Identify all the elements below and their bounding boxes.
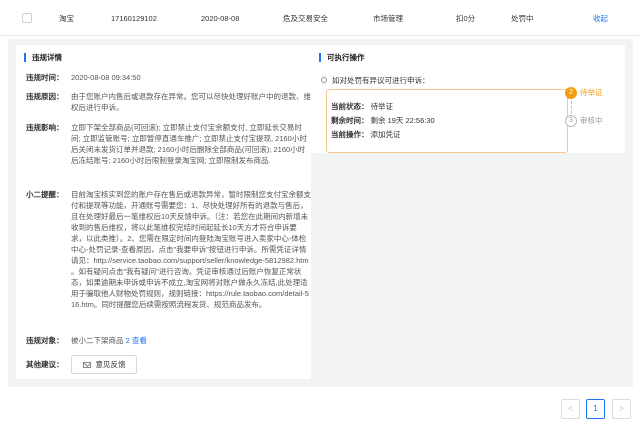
operation-label: 当前操作： <box>331 130 369 139</box>
add-evidence-link[interactable]: 添加凭证 <box>371 130 401 139</box>
category-cell: 危及交易安全 <box>283 14 328 23</box>
score-cell: 扣0分 <box>456 14 476 23</box>
status-cell: 处罚中 <box>511 14 534 23</box>
violation-target-value: 被小二下架商品 <box>71 336 124 345</box>
violation-impact-label: 违规影响： <box>26 123 64 132</box>
violation-time-value: 2020-08-08 09:34:50 <box>71 73 141 82</box>
step-number-3: 3 <box>565 115 577 127</box>
feedback-button-label: 意见反馈 <box>95 360 126 369</box>
remain-line: 剩余时间： 剩余 19天 22:56:30 <box>331 116 435 126</box>
appeal-question-text: 如对处罚有异议可进行申诉： <box>332 76 430 85</box>
table-row: 淘宝 17160129102 2020-08-08 危及交易安全 市场管理 扣0… <box>0 0 641 36</box>
step-number-2: 2 <box>565 87 577 99</box>
violation-impact-value: 立即下架全部商品(可回滚); 立即禁止支付宝余额支付, 立即延长交易时间; 立即… <box>71 123 307 165</box>
row-checkbox[interactable] <box>22 13 32 23</box>
current-step-box: 当前状态： 待举证 剩余时间： 剩余 19天 22:56:30 当前操作： 添加凭证 <box>326 89 568 153</box>
step-label-pending-evidence: 待举证 <box>580 88 603 97</box>
order-id-cell: 17160129102 <box>111 14 157 23</box>
status-label: 当前状态： <box>331 102 369 111</box>
actions-title: 可执行操作 <box>319 53 365 62</box>
mail-icon <box>82 362 91 368</box>
collapse-link[interactable]: 收起 <box>593 14 608 24</box>
other-advice-label: 其他建议： <box>26 360 64 369</box>
actions-panel: 可执行操作 如对处罚有异议可进行申诉： 当前状态： 待举证 剩余时间： 剩余 19天… <box>311 45 625 153</box>
date-cell: 2020-08-08 <box>201 14 240 23</box>
view-items-link[interactable]: 2 查看 <box>126 336 147 345</box>
violation-time-label: 违规时间： <box>26 73 64 82</box>
step-label-reviewing: 审核中 <box>580 116 603 125</box>
status-value: 待举证 <box>370 102 394 111</box>
violation-reason-value: 由于您账户内售后或退款存在异常。您可以尽快处理好账户中的退款、维权后进行申诉。 <box>71 92 311 112</box>
pagination-next-button[interactable]: > <box>612 399 631 419</box>
staff-reminder-label: 小二提醒： <box>26 190 64 199</box>
details-title: 违规详情 <box>24 53 62 62</box>
staff-reminder-value: 目前淘宝核实到您的账户存在售后或退款异常，暂时限制您支付宝余额支付和提现等功能，… <box>71 190 311 309</box>
remain-label: 剩余时间： <box>331 116 369 125</box>
expanded-detail-area: 违规详情 违规时间： 2020-08-08 09:34:50 违规原因： 由于您… <box>8 39 633 387</box>
violation-reason-label: 违规原因： <box>26 92 64 101</box>
violation-details-panel: 违规详情 违规时间： 2020-08-08 09:34:50 违规原因： 由于您… <box>16 45 311 379</box>
pagination-current-page[interactable]: 1 <box>586 399 605 419</box>
platform-cell: 淘宝 <box>59 14 74 23</box>
pagination-prev-button[interactable]: < <box>561 399 580 419</box>
violation-target-value-wrap: 被小二下架商品 2 查看 <box>71 335 311 346</box>
circle-icon <box>321 77 327 83</box>
violation-target-label: 违规对象： <box>26 336 64 345</box>
operation-line: 当前操作： 添加凭证 <box>331 130 401 140</box>
feedback-button[interactable]: 意见反馈 <box>71 355 137 374</box>
remain-value: 剩余 19天 22:56:30 <box>370 116 435 125</box>
type-cell: 市场管理 <box>373 14 403 23</box>
progress-steps: 2 待举证 3 审核中 <box>563 87 623 135</box>
appeal-question: 如对处罚有异议可进行申诉： <box>321 75 430 86</box>
status-line: 当前状态： 待举证 <box>331 102 393 112</box>
